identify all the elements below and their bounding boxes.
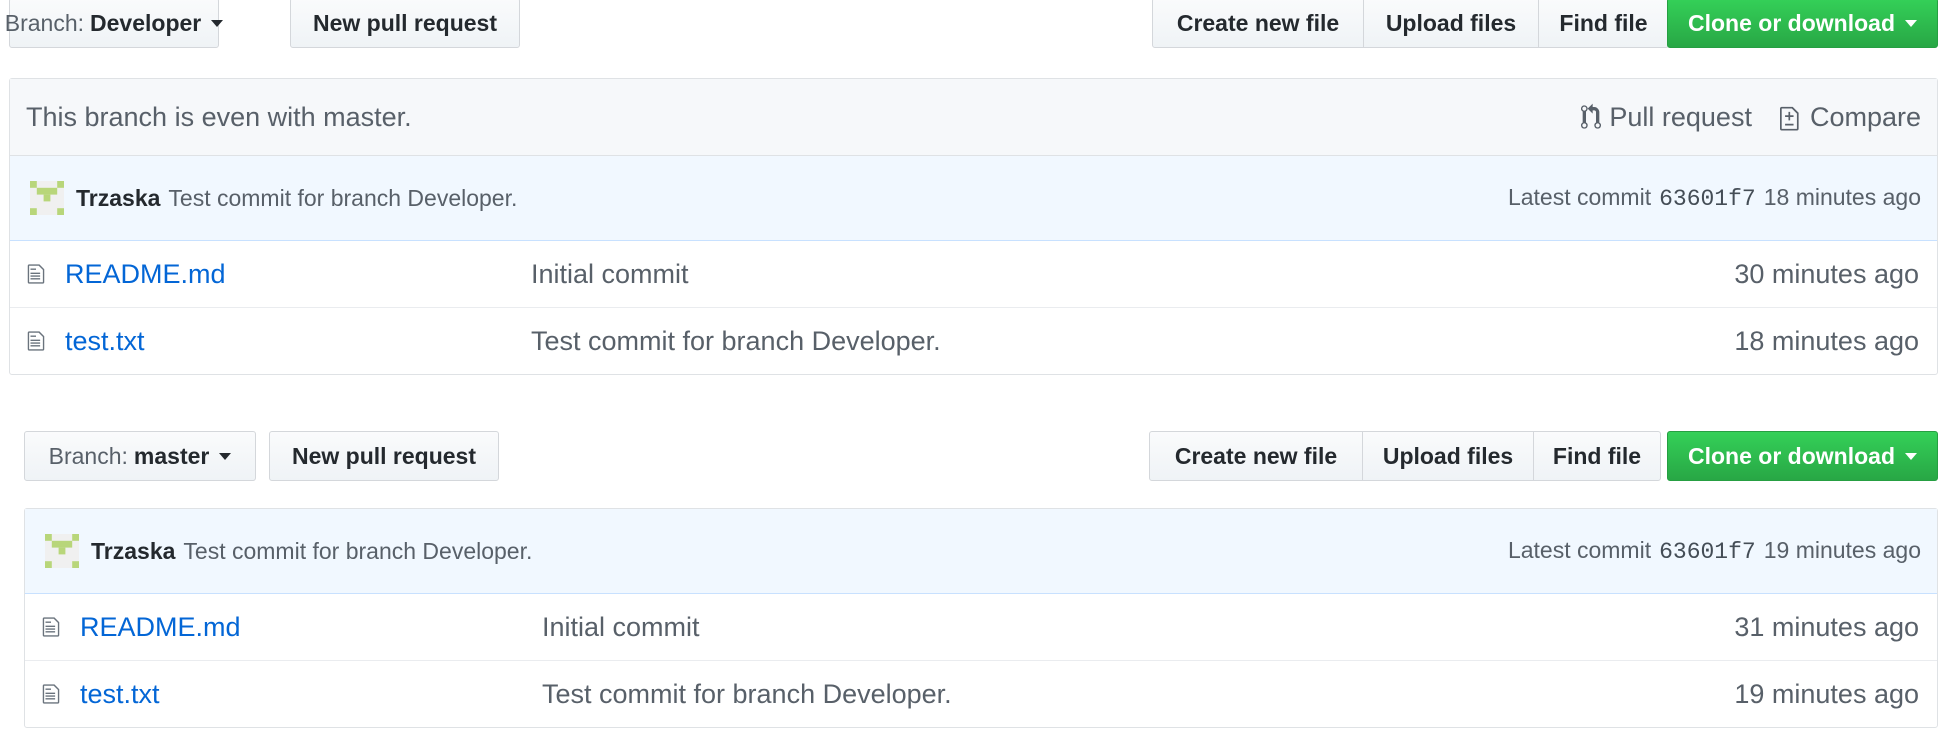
file-text-icon [27, 331, 45, 351]
avatar[interactable] [45, 534, 79, 568]
triangle-down-icon [1905, 19, 1917, 27]
find-file-button[interactable]: Find file [1538, 0, 1669, 48]
file-age: 31 minutes ago [1734, 611, 1919, 642]
new-pull-request-button[interactable]: New pull request [290, 0, 520, 48]
commit-author[interactable]: Trzaska [76, 185, 160, 212]
file-text-icon [27, 264, 45, 284]
commit-message[interactable]: Test commit for branch Developer. [183, 538, 532, 565]
file-actions-group: Create new file Upload files Find file [1149, 431, 1661, 481]
branch-status-text: This branch is even with master. [26, 101, 412, 132]
latest-commit-bar: Trzaska Test commit for branch Developer… [10, 156, 1937, 241]
clone-or-download-button[interactable]: Clone or download [1667, 431, 1938, 481]
branch-status-links: Pull request Compare [1581, 102, 1921, 133]
file-text-icon [42, 684, 60, 704]
branch-status-bar: This branch is even with master. Pull re… [10, 79, 1937, 156]
file-name-link[interactable]: test.txt [65, 326, 145, 357]
compare-label: Compare [1809, 101, 1921, 132]
branch-select-label: Branch: [4, 9, 85, 36]
commit-summary: Trzaska Test commit for branch Developer… [45, 534, 532, 568]
file-navigation: Branch: Developer New pull request Creat… [5, 0, 1938, 58]
file-age: 18 minutes ago [1734, 325, 1919, 356]
commit-age: 19 minutes ago [1763, 537, 1921, 563]
new-pull-request-label: New pull request [312, 9, 498, 36]
find-file-label: Find file [1559, 9, 1648, 36]
create-new-file-label: Create new file [1174, 442, 1338, 469]
diff-icon [1779, 106, 1799, 131]
commit-sha[interactable]: 63601f7 [1659, 186, 1756, 212]
triangle-down-icon [1905, 452, 1917, 460]
find-file-label: Find file [1552, 442, 1642, 469]
new-pull-request-button[interactable]: New pull request [269, 431, 499, 481]
commit-summary: Trzaska Test commit for branch Developer… [30, 181, 517, 215]
branch-select-button[interactable]: Branch: Developer [5, 0, 224, 48]
clone-or-download-label: Clone or download [1688, 442, 1895, 469]
latest-commit-label: Latest commit [1507, 537, 1652, 563]
triangle-down-icon [219, 452, 232, 460]
pull-request-label: Pull request [1609, 101, 1752, 132]
repo-section-master: Branch: master New pull request Create n… [24, 426, 1938, 728]
latest-commit-bar: Trzaska Test commit for branch Developer… [25, 509, 1937, 594]
branch-select-name: Developer [90, 9, 202, 36]
file-row: README.md Initial commit 30 minutes ago [10, 241, 1937, 307]
file-commit-message[interactable]: Initial commit [542, 612, 700, 643]
branch-select-name: master [133, 442, 210, 469]
branch-select-label: Branch: [48, 442, 128, 469]
find-file-button[interactable]: Find file [1533, 431, 1661, 481]
file-actions-group: Create new file Upload files Find file [1152, 0, 1669, 48]
file-name-link[interactable]: README.md [65, 259, 226, 290]
file-age: 30 minutes ago [1734, 258, 1919, 289]
upload-files-label: Upload files [1385, 9, 1517, 36]
upload-files-button[interactable]: Upload files [1363, 0, 1539, 48]
upload-files-button[interactable]: Upload files [1362, 431, 1534, 481]
create-new-file-button[interactable]: Create new file [1152, 0, 1364, 48]
avatar[interactable] [30, 181, 64, 215]
file-row: test.txt Test commit for branch Develope… [25, 660, 1937, 727]
branch-panel-developer: This branch is even with master. Pull re… [9, 78, 1938, 375]
file-age: 19 minutes ago [1734, 678, 1919, 709]
branch-select-button[interactable]: Branch: master [24, 431, 256, 481]
create-new-file-label: Create new file [1176, 9, 1340, 36]
upload-files-label: Upload files [1382, 442, 1514, 469]
commit-age: 18 minutes ago [1763, 184, 1921, 210]
clone-or-download-button[interactable]: Clone or download [1667, 0, 1938, 48]
repo-section-developer: Branch: Developer New pull request Creat… [5, 0, 1938, 375]
file-navigation: Branch: master New pull request Create n… [24, 426, 1938, 484]
new-pull-request-label: New pull request [291, 442, 477, 469]
git-pull-request-icon [1581, 103, 1602, 129]
file-name-link[interactable]: test.txt [80, 679, 160, 710]
file-row: test.txt Test commit for branch Develope… [10, 307, 1937, 374]
latest-commit-label: Latest commit [1507, 184, 1652, 210]
create-new-file-button[interactable]: Create new file [1149, 431, 1363, 481]
branch-panel-master: Trzaska Test commit for branch Developer… [24, 508, 1938, 728]
file-commit-message[interactable]: Test commit for branch Developer. [531, 326, 941, 357]
file-commit-message[interactable]: Initial commit [531, 259, 689, 290]
file-commit-message[interactable]: Test commit for branch Developer. [542, 679, 952, 710]
commit-meta: Latest commit 63601f7 18 minutes ago [1508, 184, 1921, 212]
file-row: README.md Initial commit 31 minutes ago [25, 594, 1937, 660]
pull-request-link[interactable]: Pull request [1581, 102, 1752, 133]
clone-or-download-label: Clone or download [1688, 9, 1895, 36]
commit-author[interactable]: Trzaska [91, 538, 175, 565]
file-name-link[interactable]: README.md [80, 612, 241, 643]
commit-sha[interactable]: 63601f7 [1659, 539, 1756, 565]
commit-meta: Latest commit 63601f7 19 minutes ago [1508, 537, 1921, 565]
commit-message[interactable]: Test commit for branch Developer. [168, 185, 517, 212]
file-text-icon [42, 617, 60, 637]
compare-link[interactable]: Compare [1779, 101, 1921, 133]
triangle-down-icon [211, 19, 224, 27]
